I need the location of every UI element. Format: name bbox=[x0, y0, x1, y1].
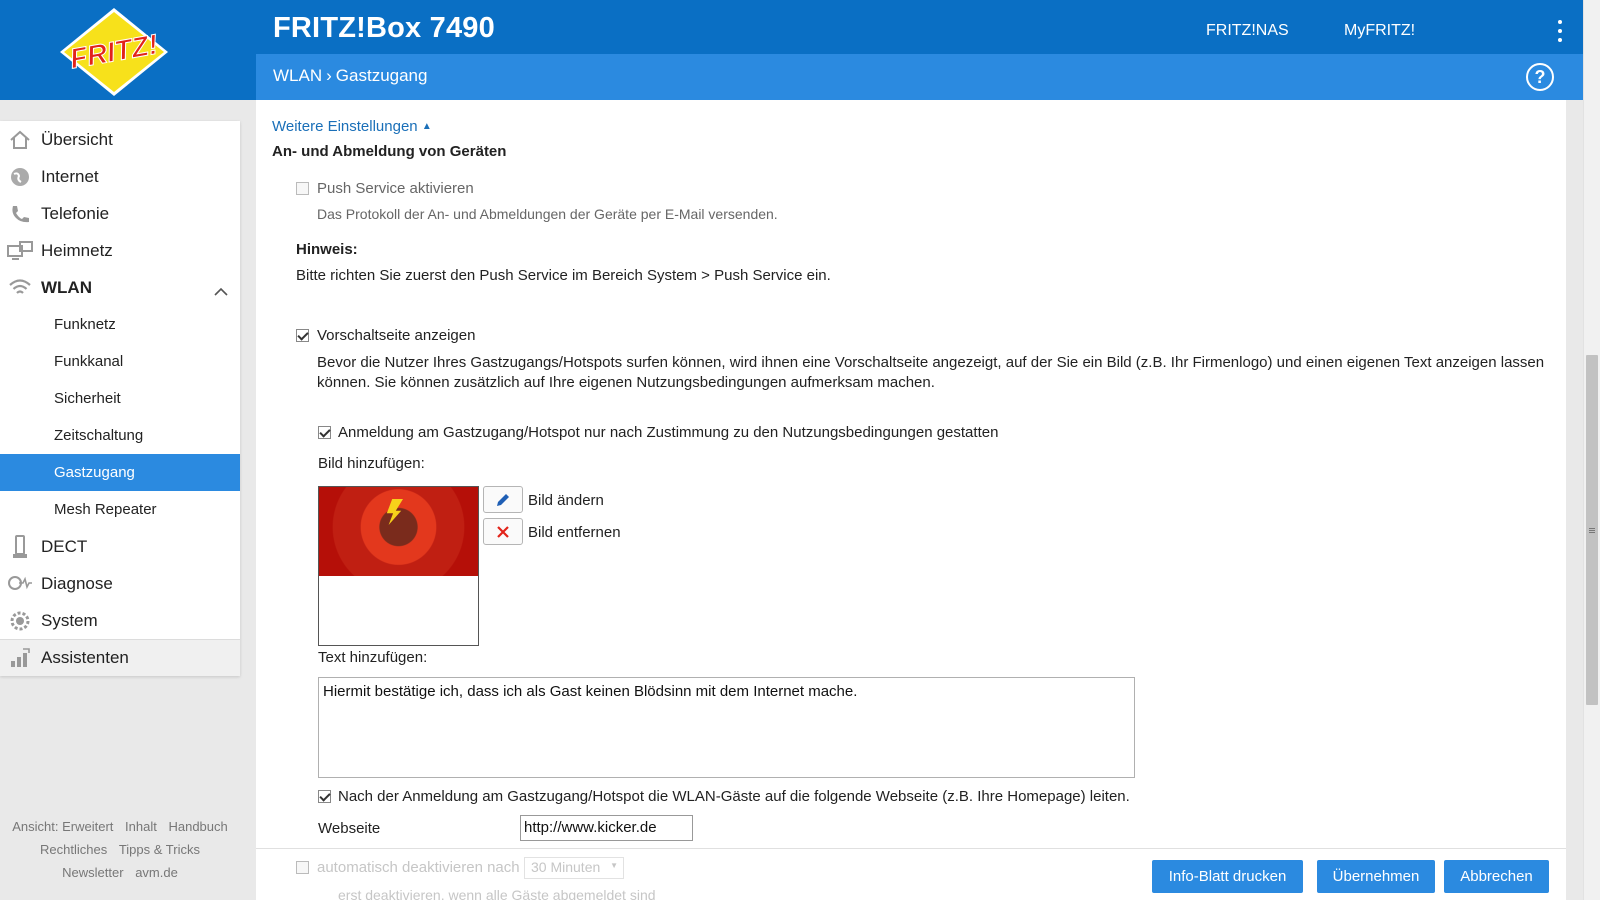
sidebar-item-label: System bbox=[41, 610, 98, 630]
page-scrollbar[interactable] bbox=[1583, 0, 1600, 900]
sidebar-item-label: WLAN bbox=[41, 277, 92, 297]
auto-deactivate-checkbox[interactable] bbox=[296, 861, 309, 874]
sidebar-item-funkkanal[interactable]: Funkkanal bbox=[0, 343, 240, 380]
cancel-button[interactable]: Abbrechen bbox=[1444, 860, 1549, 893]
hint-text: Bitte richten Sie zuerst den Push Servic… bbox=[296, 267, 831, 284]
chevron-up-icon[interactable] bbox=[214, 281, 228, 301]
sidebar-item-internet[interactable]: Internet bbox=[0, 158, 240, 195]
sidebar-item-wlan[interactable]: WLAN bbox=[0, 269, 240, 306]
sidebar-item-diagnose[interactable]: Diagnose bbox=[0, 565, 240, 602]
sidebar-item-label: Assistenten bbox=[41, 648, 129, 667]
push-service-checkbox[interactable] bbox=[296, 182, 309, 195]
chevron-right-icon: › bbox=[326, 66, 332, 85]
website-label: Webseite bbox=[318, 820, 381, 837]
terms-checkbox[interactable] bbox=[318, 426, 331, 439]
system-icon bbox=[7, 610, 33, 632]
sidebar: Übersicht Internet Telefonie Heimnetz WL… bbox=[0, 121, 240, 676]
network-icon bbox=[7, 240, 33, 262]
splash-page-desc: Bevor die Nutzer Ihres Gastzugangs/Hotsp… bbox=[317, 353, 1557, 393]
diagnose-icon bbox=[7, 573, 33, 595]
caret-up-icon: ▲ bbox=[421, 121, 432, 132]
auto-deactivate-select[interactable]: 30 Minuten ▼ bbox=[524, 857, 624, 879]
globe-icon bbox=[7, 166, 33, 188]
push-service-desc: Das Protokoll der An- und Abmeldungen de… bbox=[317, 206, 778, 222]
help-icon[interactable]: ? bbox=[1526, 63, 1554, 91]
footer-link-avm[interactable]: avm.de bbox=[135, 865, 178, 880]
sidebar-item-label: Internet bbox=[41, 166, 99, 186]
sidebar-item-heimnetz[interactable]: Heimnetz bbox=[0, 232, 240, 269]
wifi-icon bbox=[7, 277, 33, 299]
sidebar-item-zeitschaltung[interactable]: Zeitschaltung bbox=[0, 417, 240, 454]
footer-link-newsletter[interactable]: Newsletter bbox=[62, 865, 123, 880]
website-input[interactable]: http://www.kicker.de bbox=[520, 815, 693, 841]
auto-deactivate-sub: erst deaktivieren, wenn alle Gäste abgem… bbox=[338, 887, 656, 900]
image-label: Bild hinzufügen: bbox=[318, 455, 425, 472]
sidebar-item-mesh-repeater[interactable]: Mesh Repeater bbox=[0, 491, 240, 528]
text-label: Text hinzufügen: bbox=[318, 649, 428, 666]
edit-image-button[interactable] bbox=[483, 486, 523, 513]
splash-page-label: Vorschaltseite anzeigen bbox=[317, 327, 476, 344]
footer-link-inhalt[interactable]: Inhalt bbox=[125, 819, 157, 834]
auto-deactivate-value: 30 Minuten bbox=[531, 859, 601, 875]
change-image-label[interactable]: Bild ändern bbox=[528, 492, 604, 509]
sidebar-item-sicherheit[interactable]: Sicherheit bbox=[0, 380, 240, 417]
auto-deactivate-label: automatisch deaktivieren nach bbox=[317, 859, 520, 876]
close-icon bbox=[497, 525, 509, 538]
hint-title: Hinweis: bbox=[296, 241, 358, 258]
home-icon bbox=[7, 129, 33, 151]
splash-image bbox=[319, 487, 478, 576]
main-content: Weitere Einstellungen ▲ An- und Abmeldun… bbox=[256, 100, 1566, 900]
splash-desc-line1: Bevor die Nutzer Ihres Gastzugangs/Hotsp… bbox=[317, 354, 1545, 371]
splash-text-area[interactable]: Hiermit bestätige ich, dass ich als Gast… bbox=[318, 677, 1135, 778]
footer-link-rechtliches[interactable]: Rechtliches bbox=[40, 842, 107, 857]
breadcrumb-gastzugang: Gastzugang bbox=[335, 66, 428, 85]
dect-icon bbox=[7, 534, 33, 558]
sidebar-item-label: Telefonie bbox=[41, 203, 110, 223]
sidebar-item-system[interactable]: System bbox=[0, 602, 240, 639]
splash-page-checkbox[interactable] bbox=[296, 329, 309, 342]
footer-link-tipps[interactable]: Tipps & Tricks bbox=[119, 842, 200, 857]
menu-dots-icon[interactable] bbox=[1556, 20, 1564, 42]
splash-image-preview bbox=[318, 486, 479, 646]
sidebar-item-label: Heimnetz bbox=[41, 240, 113, 260]
print-info-button[interactable]: Info-Blatt drucken bbox=[1152, 860, 1303, 893]
sidebar-footer: Ansicht: Erweitert Inhalt Handbuch Recht… bbox=[0, 815, 240, 884]
section-title: An- und Abmeldung von Geräten bbox=[272, 143, 507, 160]
myfritz-link[interactable]: MyFRITZ! bbox=[1344, 22, 1415, 40]
remove-image-label[interactable]: Bild entfernen bbox=[528, 524, 621, 541]
push-service-label: Push Service aktivieren bbox=[317, 180, 474, 197]
fritz-nas-link[interactable]: FRITZ!NAS bbox=[1206, 22, 1289, 40]
footer-link-ansicht[interactable]: Ansicht: Erweitert bbox=[12, 819, 113, 834]
sidebar-item-label: Übersicht bbox=[41, 129, 113, 149]
pencil-icon bbox=[497, 493, 509, 506]
grip-icon bbox=[1589, 528, 1595, 533]
more-settings-toggle[interactable]: Weitere Einstellungen ▲ bbox=[272, 118, 432, 135]
page-title: FRITZ!Box 7490 bbox=[273, 12, 495, 44]
breadcrumb-wlan[interactable]: WLAN bbox=[273, 66, 322, 85]
footer-link-handbuch[interactable]: Handbuch bbox=[168, 819, 227, 834]
splash-desc-line2: können. Sie können zusätzlich auf Ihre e… bbox=[317, 374, 935, 391]
sidebar-item-telefonie[interactable]: Telefonie bbox=[0, 195, 240, 232]
terms-label: Anmeldung am Gastzugang/Hotspot nur nach… bbox=[338, 424, 999, 441]
sidebar-item-label: Diagnose bbox=[41, 573, 113, 593]
more-settings-label: Weitere Einstellungen bbox=[272, 118, 418, 135]
scrollbar-thumb[interactable] bbox=[1586, 355, 1598, 705]
redirect-label: Nach der Anmeldung am Gastzugang/Hotspot… bbox=[338, 788, 1130, 805]
caret-down-icon: ▼ bbox=[610, 861, 618, 870]
sidebar-item-funknetz[interactable]: Funknetz bbox=[0, 306, 240, 343]
sidebar-item-dect[interactable]: DECT bbox=[0, 528, 240, 565]
sidebar-item-uebersicht[interactable]: Übersicht bbox=[0, 121, 240, 158]
breadcrumb: WLAN › Gastzugang bbox=[273, 66, 427, 86]
apply-button[interactable]: Übernehmen bbox=[1317, 860, 1435, 893]
sidebar-item-gastzugang[interactable]: Gastzugang bbox=[0, 454, 240, 491]
breadcrumb-bar: WLAN › Gastzugang ? bbox=[256, 54, 1583, 100]
sidebar-item-label: DECT bbox=[41, 536, 88, 556]
redirect-checkbox[interactable] bbox=[318, 790, 331, 803]
fritz-logo[interactable]: FRITZ! bbox=[54, 6, 174, 98]
wizard-icon bbox=[7, 647, 33, 669]
phone-icon bbox=[7, 203, 33, 225]
remove-image-button[interactable] bbox=[483, 518, 523, 545]
sidebar-item-assistenten[interactable]: Assistenten bbox=[0, 639, 240, 676]
